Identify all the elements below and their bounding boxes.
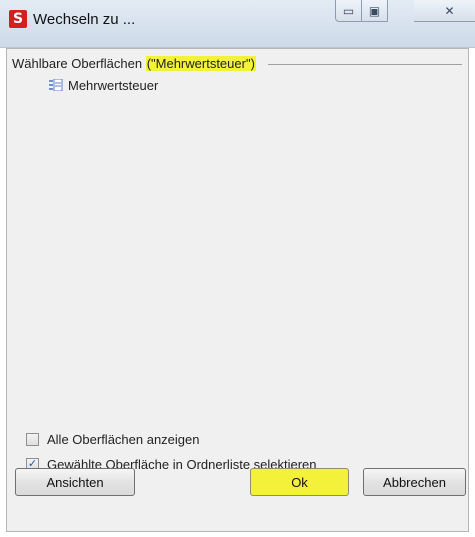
- minimize-button[interactable]: ▭: [335, 0, 362, 22]
- maximize-icon: ▣: [368, 3, 381, 18]
- list-item[interactable]: Mehrwertsteuer: [49, 76, 158, 94]
- dialog-window: S Wechseln zu ... ▭ ▣ ✕ Wählbare Oberflä…: [0, 0, 475, 537]
- group-label: Wählbare Oberflächen: [12, 55, 143, 71]
- close-button[interactable]: ✕: [414, 0, 475, 22]
- window-title: Wechseln zu ...: [33, 11, 136, 28]
- minimize-icon: ▭: [342, 3, 355, 18]
- ok-button-label: Ok: [291, 474, 308, 490]
- show-all-option[interactable]: Alle Oberflächen anzeigen: [26, 429, 200, 449]
- maximize-button[interactable]: ▣: [362, 0, 388, 22]
- list-item-label: Mehrwertsteuer: [68, 77, 159, 93]
- views-button-label: Ansichten: [46, 474, 104, 490]
- group-header: Wählbare Oberflächen ("Mehrwertsteuer"): [12, 53, 462, 73]
- group-divider: [267, 63, 462, 65]
- form-icon: [49, 79, 63, 91]
- app-logo-icon: S: [9, 10, 27, 28]
- window-controls: ▭ ▣ ✕: [335, 0, 475, 24]
- show-all-checkbox[interactable]: [26, 432, 39, 446]
- ok-button[interactable]: Ok: [250, 468, 349, 496]
- views-button[interactable]: Ansichten: [15, 468, 135, 496]
- cancel-button[interactable]: Abbrechen: [363, 468, 466, 496]
- group-title: Wählbare Oberflächen ("Mehrwertsteuer"): [12, 55, 256, 71]
- cancel-button-label: Abbrechen: [383, 474, 446, 490]
- group-filter: ("Mehrwertsteuer"): [145, 55, 256, 71]
- show-all-label: Alle Oberflächen anzeigen: [47, 431, 200, 447]
- title-bar[interactable]: S Wechseln zu ... ▭ ▣ ✕: [0, 0, 475, 48]
- dialog-body: Wählbare Oberflächen ("Mehrwertsteuer") …: [6, 48, 469, 532]
- close-icon: ✕: [444, 3, 455, 18]
